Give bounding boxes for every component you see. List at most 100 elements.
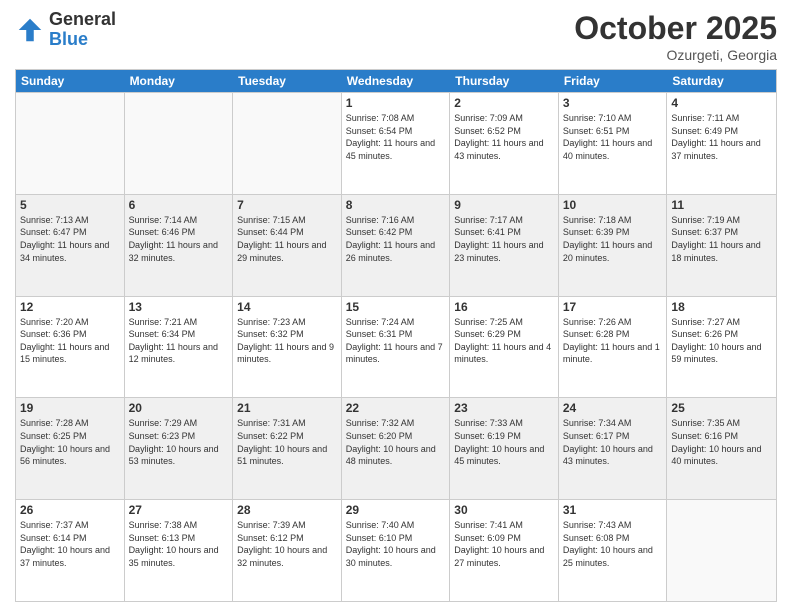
day-info: Sunrise: 7:10 AM Sunset: 6:51 PM Dayligh…: [563, 112, 663, 162]
day-number: 20: [129, 401, 229, 415]
day-number: 15: [346, 300, 446, 314]
calendar-cell: 17 Sunrise: 7:26 AM Sunset: 6:28 PM Dayli…: [559, 297, 668, 398]
calendar-cell: 15 Sunrise: 7:24 AM Sunset: 6:31 PM Dayli…: [342, 297, 451, 398]
day-number: 14: [237, 300, 337, 314]
weekday-header-wednesday: Wednesday: [342, 70, 451, 92]
day-info: Sunrise: 7:33 AM Sunset: 6:19 PM Dayligh…: [454, 417, 554, 467]
calendar-cell: [16, 93, 125, 194]
page: General Blue October 2025 Ozurgeti, Geor…: [0, 0, 792, 612]
day-info: Sunrise: 7:08 AM Sunset: 6:54 PM Dayligh…: [346, 112, 446, 162]
day-number: 26: [20, 503, 120, 517]
day-info: Sunrise: 7:23 AM Sunset: 6:32 PM Dayligh…: [237, 316, 337, 366]
day-number: 21: [237, 401, 337, 415]
calendar-cell: 18 Sunrise: 7:27 AM Sunset: 6:26 PM Dayli…: [667, 297, 776, 398]
calendar-cell: [667, 500, 776, 601]
weekday-header-sunday: Sunday: [16, 70, 125, 92]
calendar-cell: 19Sunrise: 7:28 AM Sunset: 6:25 PM Dayli…: [16, 398, 125, 499]
calendar-cell: 9 Sunrise: 7:17 AM Sunset: 6:41 PM Daylig…: [450, 195, 559, 296]
day-number: 30: [454, 503, 554, 517]
day-info: Sunrise: 7:17 AM Sunset: 6:41 PM Dayligh…: [454, 214, 554, 264]
calendar-row-0: 1 Sunrise: 7:08 AM Sunset: 6:54 PM Daylig…: [16, 92, 776, 194]
calendar-row-1: 5 Sunrise: 7:13 AM Sunset: 6:47 PM Daylig…: [16, 194, 776, 296]
calendar-row-2: 12 Sunrise: 7:20 AM Sunset: 6:36 PM Dayli…: [16, 296, 776, 398]
day-info: Sunrise: 7:19 AM Sunset: 6:37 PM Dayligh…: [671, 214, 772, 264]
day-info: Sunrise: 7:29 AM Sunset: 6:23 PM Dayligh…: [129, 417, 229, 467]
calendar-cell: 25Sunrise: 7:35 AM Sunset: 6:16 PM Dayli…: [667, 398, 776, 499]
day-number: 11: [671, 198, 772, 212]
day-number: 28: [237, 503, 337, 517]
day-number: 31: [563, 503, 663, 517]
day-number: 18: [671, 300, 772, 314]
day-info: Sunrise: 7:35 AM Sunset: 6:16 PM Dayligh…: [671, 417, 772, 467]
day-info: Sunrise: 7:40 AM Sunset: 6:10 PM Dayligh…: [346, 519, 446, 569]
day-info: Sunrise: 7:26 AM Sunset: 6:28 PM Dayligh…: [563, 316, 663, 366]
day-info: Sunrise: 7:31 AM Sunset: 6:22 PM Dayligh…: [237, 417, 337, 467]
day-number: 27: [129, 503, 229, 517]
calendar-cell: 30 Sunrise: 7:41 AM Sunset: 6:09 PM Dayli…: [450, 500, 559, 601]
calendar-cell: 21 Sunrise: 7:31 AM Sunset: 6:22 PM Dayli…: [233, 398, 342, 499]
calendar-cell: 16 Sunrise: 7:25 AM Sunset: 6:29 PM Dayli…: [450, 297, 559, 398]
calendar-cell: 10Sunrise: 7:18 AM Sunset: 6:39 PM Dayli…: [559, 195, 668, 296]
day-number: 22: [346, 401, 446, 415]
day-info: Sunrise: 7:41 AM Sunset: 6:09 PM Dayligh…: [454, 519, 554, 569]
logo-text: General Blue: [49, 10, 116, 50]
logo-blue-text: Blue: [49, 30, 116, 50]
day-number: 23: [454, 401, 554, 415]
day-info: Sunrise: 7:25 AM Sunset: 6:29 PM Dayligh…: [454, 316, 554, 366]
calendar-cell: 29Sunrise: 7:40 AM Sunset: 6:10 PM Dayli…: [342, 500, 451, 601]
calendar-cell: 4 Sunrise: 7:11 AM Sunset: 6:49 PM Daylig…: [667, 93, 776, 194]
day-number: 17: [563, 300, 663, 314]
weekday-header-monday: Monday: [125, 70, 234, 92]
calendar-cell: [125, 93, 234, 194]
calendar-cell: 6 Sunrise: 7:14 AM Sunset: 6:46 PM Daylig…: [125, 195, 234, 296]
calendar-cell: 12 Sunrise: 7:20 AM Sunset: 6:36 PM Dayli…: [16, 297, 125, 398]
day-info: Sunrise: 7:15 AM Sunset: 6:44 PM Dayligh…: [237, 214, 337, 264]
calendar-cell: [233, 93, 342, 194]
day-info: Sunrise: 7:09 AM Sunset: 6:52 PM Dayligh…: [454, 112, 554, 162]
logo-icon: [15, 15, 45, 45]
day-number: 9: [454, 198, 554, 212]
day-number: 1: [346, 96, 446, 110]
day-info: Sunrise: 7:13 AM Sunset: 6:47 PM Dayligh…: [20, 214, 120, 264]
weekday-header-tuesday: Tuesday: [233, 70, 342, 92]
day-number: 12: [20, 300, 120, 314]
calendar-cell: 11 Sunrise: 7:19 AM Sunset: 6:37 PM Dayli…: [667, 195, 776, 296]
calendar-row-4: 26Sunrise: 7:37 AM Sunset: 6:14 PM Dayli…: [16, 499, 776, 601]
calendar: SundayMondayTuesdayWednesdayThursdayFrid…: [15, 69, 777, 602]
day-info: Sunrise: 7:38 AM Sunset: 6:13 PM Dayligh…: [129, 519, 229, 569]
day-info: Sunrise: 7:27 AM Sunset: 6:26 PM Dayligh…: [671, 316, 772, 366]
calendar-cell: 13Sunrise: 7:21 AM Sunset: 6:34 PM Dayli…: [125, 297, 234, 398]
day-number: 7: [237, 198, 337, 212]
calendar-cell: 14 Sunrise: 7:23 AM Sunset: 6:32 PM Dayli…: [233, 297, 342, 398]
day-number: 4: [671, 96, 772, 110]
day-info: Sunrise: 7:11 AM Sunset: 6:49 PM Dayligh…: [671, 112, 772, 162]
calendar-cell: 22Sunrise: 7:32 AM Sunset: 6:20 PM Dayli…: [342, 398, 451, 499]
day-info: Sunrise: 7:21 AM Sunset: 6:34 PM Dayligh…: [129, 316, 229, 366]
day-info: Sunrise: 7:20 AM Sunset: 6:36 PM Dayligh…: [20, 316, 120, 366]
day-info: Sunrise: 7:39 AM Sunset: 6:12 PM Dayligh…: [237, 519, 337, 569]
calendar-cell: 23 Sunrise: 7:33 AM Sunset: 6:19 PM Dayli…: [450, 398, 559, 499]
day-info: Sunrise: 7:24 AM Sunset: 6:31 PM Dayligh…: [346, 316, 446, 366]
title-block: October 2025 Ozurgeti, Georgia: [574, 10, 777, 63]
calendar-cell: 20 Sunrise: 7:29 AM Sunset: 6:23 PM Dayli…: [125, 398, 234, 499]
calendar-cell: 8Sunrise: 7:16 AM Sunset: 6:42 PM Daylig…: [342, 195, 451, 296]
header: General Blue October 2025 Ozurgeti, Geor…: [15, 10, 777, 63]
day-info: Sunrise: 7:34 AM Sunset: 6:17 PM Dayligh…: [563, 417, 663, 467]
calendar-cell: 24Sunrise: 7:34 AM Sunset: 6:17 PM Dayli…: [559, 398, 668, 499]
calendar-header: SundayMondayTuesdayWednesdayThursdayFrid…: [16, 70, 776, 92]
calendar-cell: 5 Sunrise: 7:13 AM Sunset: 6:47 PM Daylig…: [16, 195, 125, 296]
day-number: 2: [454, 96, 554, 110]
day-number: 6: [129, 198, 229, 212]
day-info: Sunrise: 7:14 AM Sunset: 6:46 PM Dayligh…: [129, 214, 229, 264]
weekday-header-saturday: Saturday: [667, 70, 776, 92]
day-number: 16: [454, 300, 554, 314]
month-title: October 2025: [574, 10, 777, 47]
calendar-cell: 31Sunrise: 7:43 AM Sunset: 6:08 PM Dayli…: [559, 500, 668, 601]
logo: General Blue: [15, 10, 116, 50]
day-number: 5: [20, 198, 120, 212]
calendar-body: 1 Sunrise: 7:08 AM Sunset: 6:54 PM Daylig…: [16, 92, 776, 601]
day-number: 3: [563, 96, 663, 110]
calendar-cell: 26Sunrise: 7:37 AM Sunset: 6:14 PM Dayli…: [16, 500, 125, 601]
calendar-cell: 3 Sunrise: 7:10 AM Sunset: 6:51 PM Daylig…: [559, 93, 668, 194]
location: Ozurgeti, Georgia: [574, 47, 777, 63]
